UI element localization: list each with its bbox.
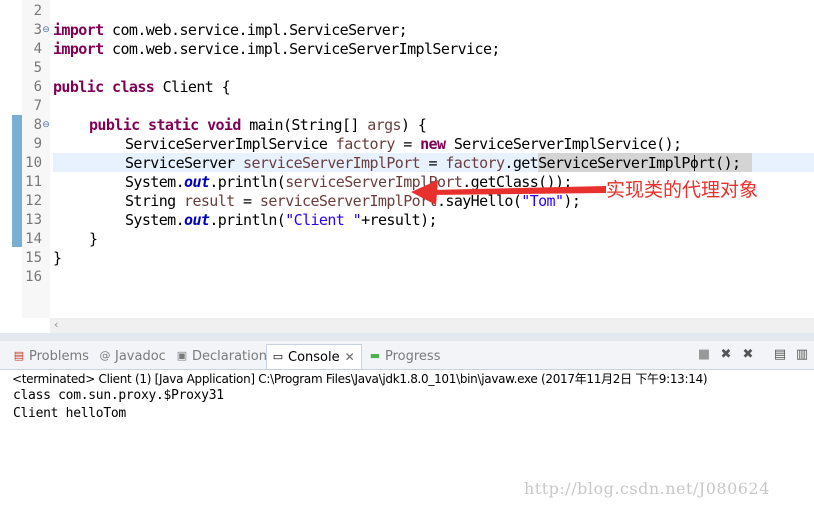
tab-declaration[interactable]: ▣ Declaration [175,346,267,366]
arrow-shaft [430,186,606,195]
code-editor[interactable]: 2 3 4 5 6 7 8 9 10 11 12 13 14 15 16 ⊖ ⊖… [0,0,814,333]
horizontal-scrollbar[interactable] [50,318,814,333]
annotation-arrow [411,180,606,205]
tab-progress[interactable]: ▬ Progress [368,346,441,366]
declaration-icon: ▣ [176,349,188,362]
remove-launch-icon[interactable]: ✖ [718,347,734,363]
progress-icon: ▬ [369,349,381,362]
remove-all-terminated-icon[interactable]: ✖ [740,347,756,363]
process-status: <terminated> Client (1) [Java Applicatio… [12,372,708,386]
close-icon[interactable]: ✕ [343,350,357,364]
view-tab-bar: ▤ Problems @ Javadoc ▣ Declaration ▭ Con… [0,341,814,370]
javadoc-icon: @ [99,349,111,362]
clear-console-icon[interactable]: ▥ [794,347,810,363]
tab-problems[interactable]: ▤ Problems [12,346,89,366]
scroll-left-icon[interactable]: ‹ [54,318,58,331]
tab-javadoc[interactable]: @ Javadoc [98,346,166,366]
arrow-head [411,180,438,205]
scroll-lock-icon[interactable]: ▤ [772,347,788,363]
console-icon: ▭ [272,350,284,363]
problems-icon: ▤ [13,349,25,362]
panel-divider[interactable] [0,333,814,341]
watermark: http://blog.csdn.net/J080624 [524,479,770,498]
annotation-label: 实现类的代理对象 [606,179,759,201]
terminate-icon[interactable]: ■ [696,347,712,363]
console-output-line[interactable]: class com.sun.proxy.$Proxy31 [13,388,224,403]
tab-console[interactable]: ▭ Console ✕ [266,344,362,369]
console-output-line[interactable]: Client helloTom [13,406,126,421]
